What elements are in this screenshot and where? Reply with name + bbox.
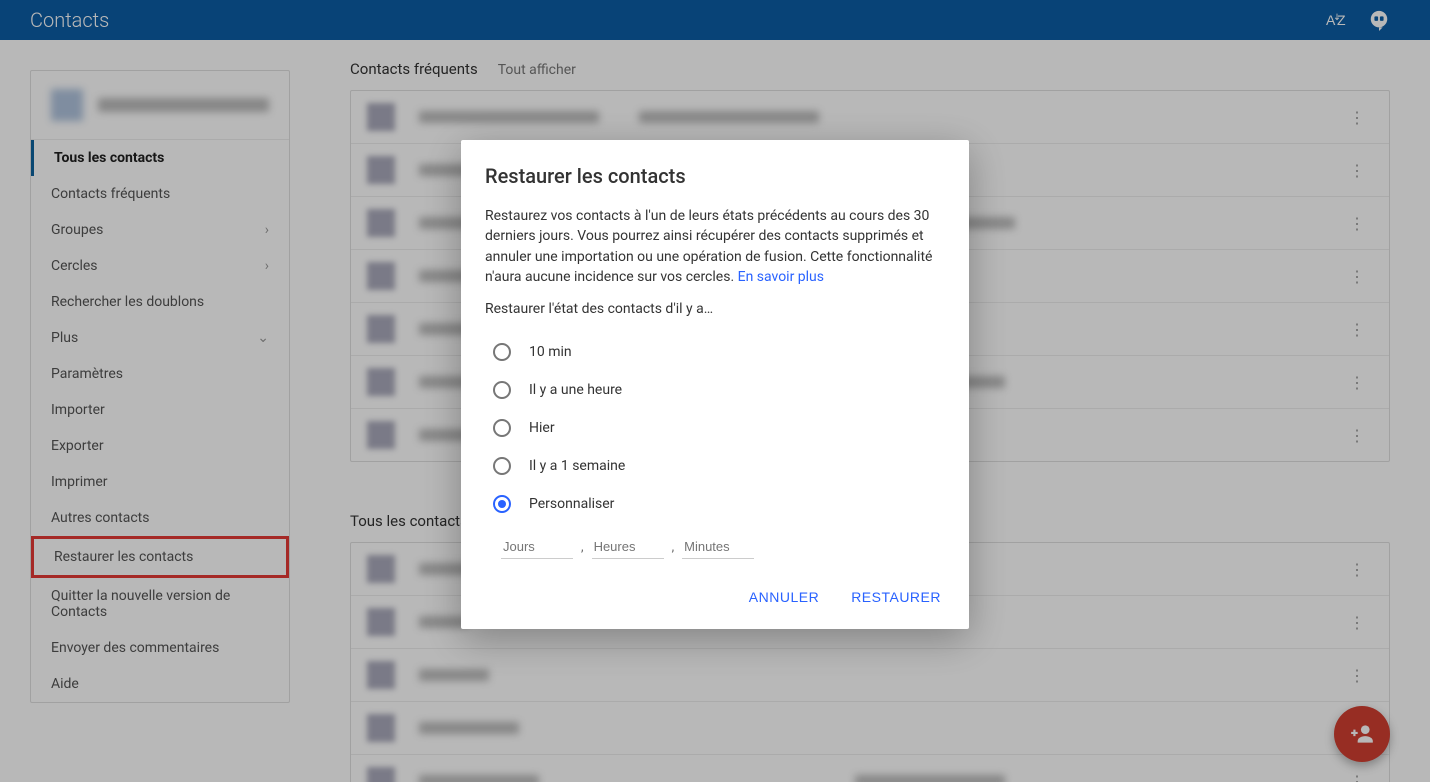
- radio-label: Il y a 1 semaine: [529, 458, 625, 474]
- radio-label: Hier: [529, 420, 555, 436]
- radio-icon: [493, 457, 511, 475]
- radio-group: 10 min Il y a une heure Hier Il y a 1 se…: [493, 333, 945, 523]
- radio-option-1week[interactable]: Il y a 1 semaine: [493, 447, 945, 485]
- radio-option-yesterday[interactable]: Hier: [493, 409, 945, 447]
- minutes-input[interactable]: [682, 535, 754, 559]
- restore-contacts-dialog: Restaurer les contacts Restaurez vos con…: [461, 140, 969, 629]
- modal-overlay[interactable]: Restaurer les contacts Restaurez vos con…: [0, 0, 1430, 782]
- restore-button[interactable]: RESTAURER: [847, 581, 945, 613]
- separator: ,: [668, 540, 679, 555]
- cancel-button[interactable]: ANNULER: [745, 581, 823, 613]
- dialog-body: Restaurez vos contacts à l'un de leurs é…: [485, 206, 945, 287]
- radio-option-custom[interactable]: Personnaliser: [493, 485, 945, 523]
- radio-option-1hour[interactable]: Il y a une heure: [493, 371, 945, 409]
- dialog-subtitle: Restaurer l'état des contacts d'il y a…: [485, 301, 945, 317]
- custom-time-inputs: , ,: [501, 535, 945, 559]
- radio-label: Personnaliser: [529, 496, 614, 512]
- learn-more-link[interactable]: En savoir plus: [738, 269, 824, 285]
- radio-icon: [493, 419, 511, 437]
- separator: ,: [577, 540, 588, 555]
- radio-icon: [493, 343, 511, 361]
- radio-option-10min[interactable]: 10 min: [493, 333, 945, 371]
- radio-icon: [493, 381, 511, 399]
- dialog-actions: ANNULER RESTAURER: [485, 581, 945, 613]
- radio-label: Il y a une heure: [529, 382, 622, 398]
- radio-icon: [493, 495, 511, 513]
- hours-input[interactable]: [592, 535, 664, 559]
- radio-label: 10 min: [529, 344, 572, 360]
- days-input[interactable]: [501, 535, 573, 559]
- dialog-title: Restaurer les contacts: [485, 164, 945, 188]
